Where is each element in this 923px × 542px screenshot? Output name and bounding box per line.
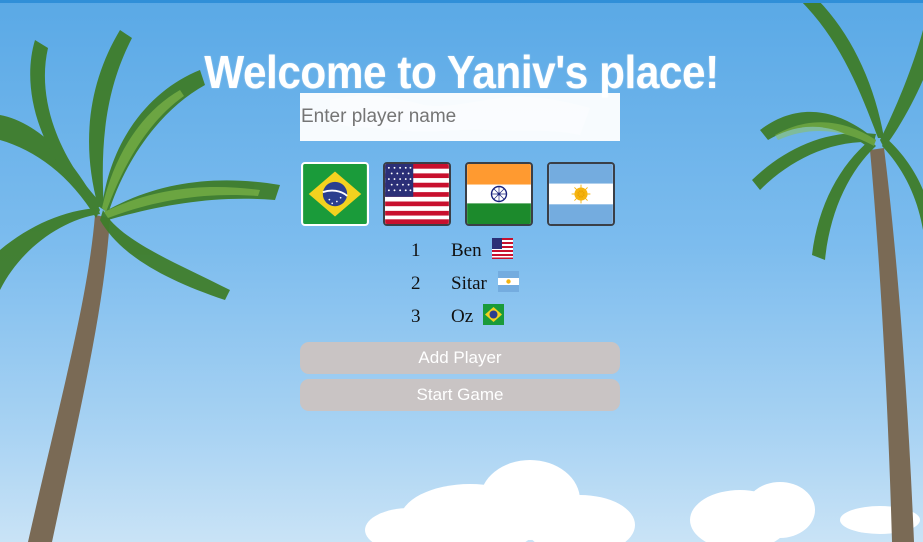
top-accent-bar — [0, 0, 923, 3]
india-flag-icon — [467, 164, 531, 224]
player-row: 3 Oz — [400, 302, 600, 335]
brazil-flag-icon — [303, 164, 367, 224]
player-name-input[interactable] — [300, 93, 620, 141]
flag-option-india[interactable] — [465, 162, 533, 226]
player-number: 3 — [411, 306, 421, 327]
player-row: 2 Sitar — [400, 269, 600, 302]
flag-option-brazil[interactable] — [301, 162, 369, 226]
start-game-button[interactable]: Start Game — [300, 379, 620, 411]
usa-flag-icon — [385, 164, 449, 224]
player-name: Ben — [451, 240, 482, 261]
page-title: Welcome to Yaniv's place! — [204, 45, 719, 98]
player-number: 2 — [411, 273, 421, 294]
brazil-flag-icon — [483, 304, 504, 325]
player-name: Sitar — [451, 273, 487, 294]
player-name: Oz — [451, 306, 474, 327]
argentina-flag-icon — [498, 271, 519, 292]
flag-option-usa[interactable] — [383, 162, 451, 226]
add-player-button[interactable]: Add Player — [300, 342, 620, 374]
argentina-flag-icon — [549, 164, 613, 224]
player-list: 1 Ben 2 Sitar 3 Oz — [400, 236, 600, 335]
usa-flag-icon — [492, 238, 513, 259]
player-number: 1 — [411, 240, 421, 261]
flag-option-argentina[interactable] — [547, 162, 615, 226]
player-row: 1 Ben — [400, 236, 600, 269]
flag-selector — [301, 162, 621, 230]
